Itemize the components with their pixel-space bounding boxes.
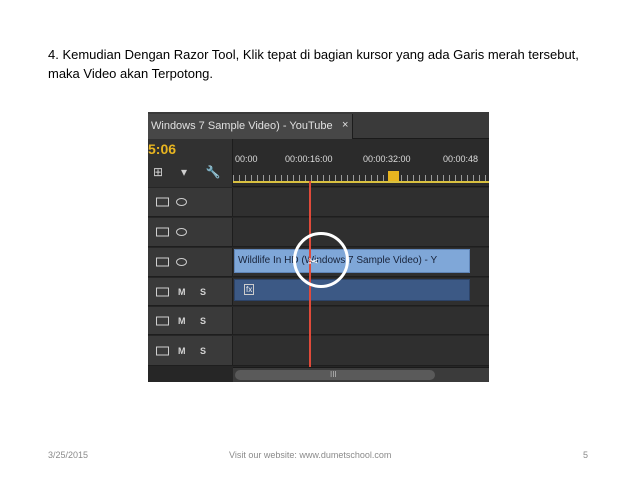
snap-icon[interactable]: ⊞ — [151, 165, 165, 179]
scroll-thumb[interactable]: III — [235, 370, 435, 380]
solo-button[interactable]: S — [200, 346, 206, 356]
timeline-controls: 5:06 ⊞ ▾ 🔧 — [148, 139, 233, 187]
sequence-tab[interactable]: Windows 7 Sample Video) - YouTube × — [148, 114, 353, 139]
timecode-display[interactable]: 5:06 — [148, 141, 176, 157]
eye-icon[interactable] — [176, 228, 187, 236]
mute-button[interactable]: M — [178, 287, 186, 297]
eye-icon[interactable] — [176, 258, 187, 266]
close-icon[interactable]: × — [342, 119, 348, 131]
track-header: M S — [148, 336, 233, 365]
fx-icon: fx — [244, 284, 255, 295]
time-ruler[interactable]: 00:00 00:00:16:00 00:00:32:00 00:00:48 — [233, 139, 489, 187]
audio-track-3[interactable]: M S — [148, 336, 489, 366]
track-header — [148, 218, 233, 246]
timeline-scrollbar[interactable]: III — [233, 367, 489, 382]
speaker-icon[interactable] — [156, 316, 169, 325]
camera-icon[interactable] — [156, 197, 169, 207]
mute-button[interactable]: M — [178, 316, 186, 326]
camera-icon[interactable] — [156, 227, 169, 237]
video-clip[interactable]: Wildlife In HD (Windows 7 Sample Video) … — [234, 249, 470, 273]
premiere-timeline-screenshot: Windows 7 Sample Video) - YouTube × 5:06… — [148, 112, 489, 382]
track-header — [148, 248, 233, 276]
razor-highlight-circle — [293, 232, 349, 288]
solo-button[interactable]: S — [200, 316, 206, 326]
camera-icon[interactable] — [156, 257, 169, 267]
sequence-tab-bar: Windows 7 Sample Video) - YouTube × — [148, 112, 489, 139]
speaker-icon[interactable] — [156, 287, 169, 296]
solo-button[interactable]: S — [200, 287, 206, 297]
track-header — [148, 188, 233, 216]
instruction-text: 4. Kemudian Dengan Razor Tool, Klik tepa… — [48, 47, 579, 81]
video-track-3[interactable] — [148, 188, 489, 217]
audio-clip[interactable]: fx — [234, 279, 470, 301]
ruler-tick-label: 00:00:48 — [443, 154, 479, 164]
work-area-bar[interactable] — [233, 181, 489, 183]
ruler-tick-label: 00:00:16:00 — [285, 154, 333, 164]
speaker-icon[interactable] — [156, 346, 169, 355]
scroll-grip-icon: III — [330, 370, 337, 379]
razor-icon: ✂ — [308, 254, 319, 269]
sequence-tab-title: Windows 7 Sample Video) - YouTube — [151, 120, 333, 132]
ruler-tick-label: 00:00 — [235, 154, 258, 164]
footer-page-number: 5 — [583, 450, 589, 460]
playhead-handle[interactable] — [388, 171, 399, 181]
wrench-icon[interactable]: 🔧 — [206, 165, 221, 179]
track-header: M S — [148, 307, 233, 334]
marker-icon[interactable]: ▾ — [177, 165, 191, 179]
footer-website: Visit our website: www.dumetschool.com — [229, 450, 392, 460]
mute-button[interactable]: M — [178, 346, 186, 356]
audio-track-2[interactable]: M S — [148, 307, 489, 335]
track-header: M S — [148, 278, 233, 305]
footer-date: 3/25/2015 — [48, 450, 89, 460]
eye-icon[interactable] — [176, 198, 187, 206]
ruler-tick-label: 00:00:32:00 — [363, 154, 411, 164]
